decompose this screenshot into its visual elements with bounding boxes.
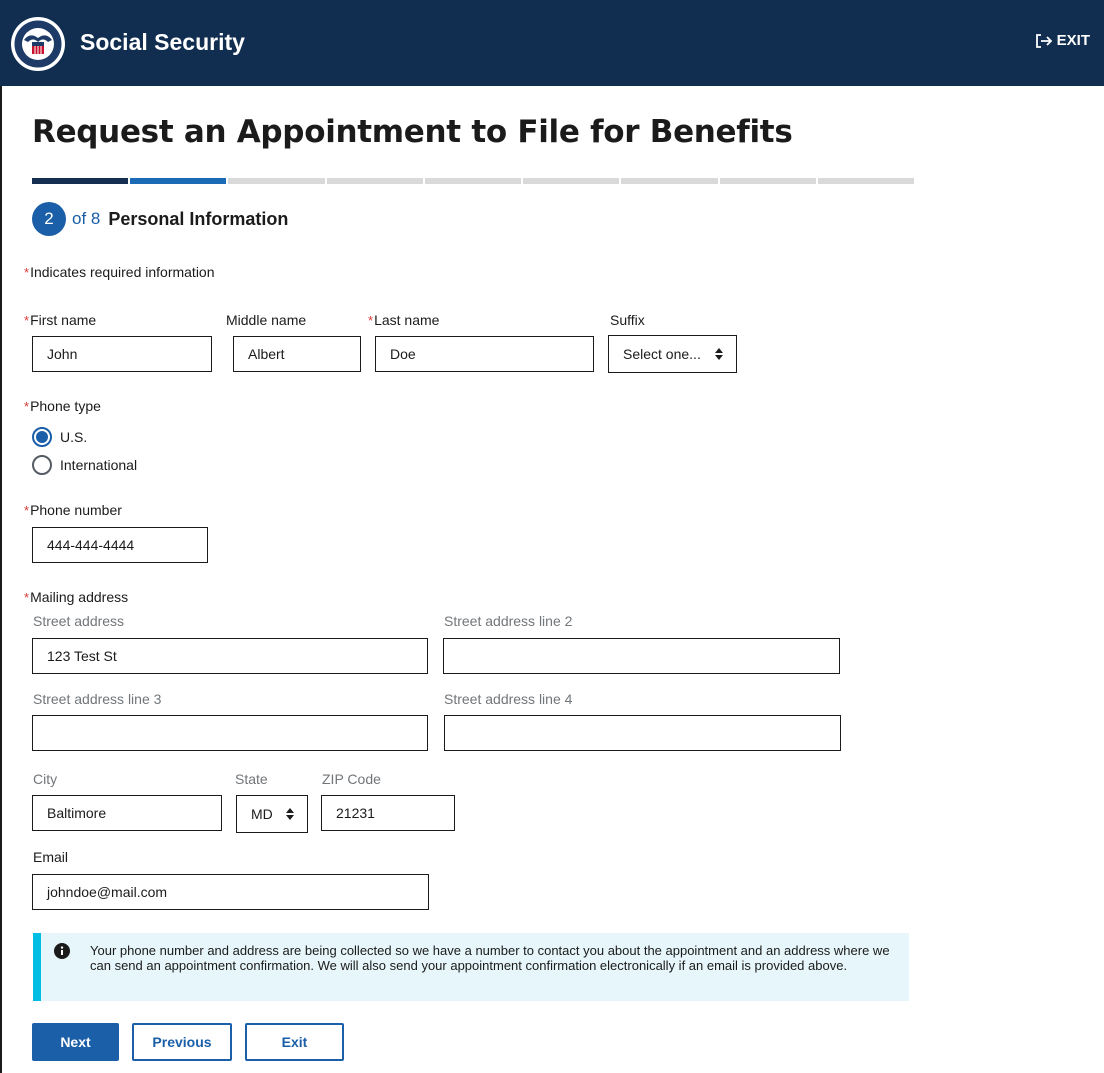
header-exit-label: EXIT	[1056, 32, 1090, 49]
required-asterisk: *	[24, 313, 30, 328]
last-name-input[interactable]: Doe	[375, 336, 594, 372]
street-address-line-4-input[interactable]	[444, 715, 841, 751]
street-address-label: Street address	[33, 613, 125, 629]
mailing-address-label-text: Mailing address	[30, 589, 129, 605]
first-name-label-text: First name	[30, 312, 97, 328]
street-address-line-2-label: Street address line 2	[444, 613, 573, 629]
progress-segment-7	[621, 178, 718, 184]
street-address-line-3-input[interactable]	[32, 715, 428, 751]
page-title: Request an Appointment to File for Benef…	[32, 114, 793, 150]
radio-unchecked-icon	[32, 455, 52, 475]
phone-type-us-radio[interactable]: U.S.	[32, 427, 87, 447]
city-input[interactable]: Baltimore	[32, 795, 222, 831]
step-of-total: of 8	[72, 209, 101, 228]
street-address-line-3-label: Street address line 3	[33, 691, 162, 707]
sort-arrows-icon	[286, 808, 294, 820]
phone-type-international-label: International	[60, 457, 138, 473]
radio-checked-icon	[32, 427, 52, 447]
progress-segment-5	[424, 178, 522, 184]
site-header: Social Security EXIT	[0, 0, 1104, 86]
progress-segment-6	[523, 178, 620, 184]
progress-segment-3	[228, 178, 325, 184]
sort-arrows-icon	[715, 348, 723, 360]
phone-type-label: *Phone type	[24, 398, 101, 414]
street-address-input[interactable]: 123 Test St	[32, 638, 428, 674]
phone-number-label: *Phone number	[24, 502, 122, 518]
phone-type-label-text: Phone type	[30, 398, 101, 414]
info-alert: Your phone number and address are being …	[33, 933, 909, 1001]
zip-code-input[interactable]: 21231	[321, 795, 455, 831]
email-label: Email	[33, 849, 69, 865]
required-asterisk: *	[24, 503, 30, 518]
site-brand[interactable]: Social Security	[80, 29, 245, 56]
state-select[interactable]: MD	[236, 795, 308, 833]
suffix-label: Suffix	[610, 312, 645, 328]
state-selected-value: MD	[251, 806, 273, 822]
phone-number-input[interactable]: 444-444-4444	[32, 527, 208, 563]
phone-number-label-text: Phone number	[30, 502, 122, 518]
required-asterisk: *	[24, 590, 30, 605]
zip-code-label: ZIP Code	[322, 771, 381, 787]
step-name: Personal Information	[108, 208, 289, 229]
progress-segment-9	[817, 178, 914, 184]
suffix-select[interactable]: Select one...	[608, 335, 737, 373]
required-note: *Indicates required information	[24, 264, 215, 280]
first-name-label: *First name	[24, 312, 96, 328]
required-asterisk: *	[24, 265, 30, 280]
progress-segment-4	[326, 178, 423, 184]
middle-name-label: Middle name	[226, 312, 307, 328]
street-address-line-4-label: Street address line 4	[444, 691, 573, 707]
first-name-input[interactable]: John	[32, 336, 212, 372]
suffix-selected-value: Select one...	[623, 346, 701, 362]
required-note-text: Indicates required information	[30, 264, 215, 280]
email-input[interactable]: johndoe@mail.com	[32, 874, 429, 910]
required-asterisk: *	[24, 399, 30, 414]
required-asterisk: *	[368, 313, 374, 328]
middle-name-input[interactable]: Albert	[233, 336, 361, 372]
progress-segment-2	[130, 178, 227, 184]
mailing-address-label: *Mailing address	[24, 589, 128, 605]
header-exit-link[interactable]: EXIT	[1035, 32, 1090, 49]
page-frame-border	[0, 0, 2, 1073]
step-indicator: 2 of 8 Personal Information	[32, 202, 288, 236]
phone-type-international-radio[interactable]: International	[32, 455, 137, 475]
exit-button[interactable]: Exit	[245, 1023, 344, 1061]
last-name-label: *Last name	[368, 312, 439, 328]
city-label: City	[33, 771, 58, 787]
exit-arrow-icon	[1035, 33, 1052, 48]
previous-button[interactable]: Previous	[132, 1023, 232, 1061]
street-address-line-2-input[interactable]	[443, 638, 840, 674]
info-circle-icon	[54, 943, 70, 959]
step-number: 2	[32, 202, 66, 236]
info-alert-text: Your phone number and address are being …	[90, 943, 890, 973]
ssa-seal-icon[interactable]	[10, 16, 66, 72]
progress-segment-8	[719, 178, 816, 184]
progress-segment-1	[32, 178, 129, 184]
phone-type-us-label: U.S.	[60, 429, 88, 445]
state-label: State	[235, 771, 268, 787]
step-progress-bar	[32, 178, 914, 184]
next-button[interactable]: Next	[32, 1023, 119, 1061]
last-name-label-text: Last name	[374, 312, 440, 328]
